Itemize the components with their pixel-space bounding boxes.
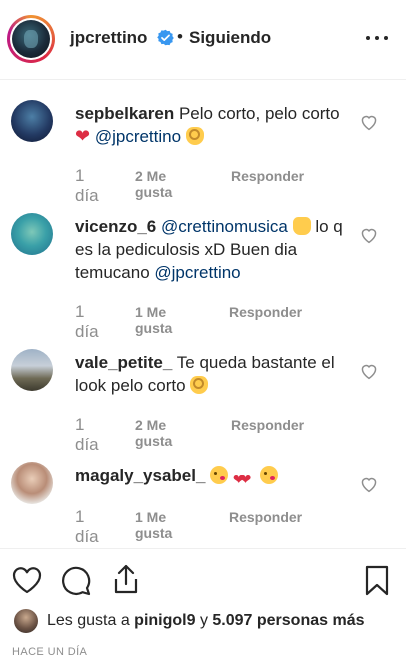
comment-icon[interactable] <box>60 564 93 596</box>
liker-username[interactable]: pinigol9 <box>134 612 195 629</box>
two-hearts-emoji-icon: ❤❤ <box>232 471 252 487</box>
post-timestamp[interactable]: HACE UN DÍA <box>12 646 87 658</box>
likes-summary-text: Les gusta a pinigol9 y 5.097 personas má… <box>47 612 364 630</box>
more-options-icon[interactable] <box>366 36 388 42</box>
reply-button[interactable]: Responder <box>229 509 302 525</box>
header-separator: • <box>177 27 183 46</box>
like-heart-icon[interactable] <box>359 226 379 244</box>
mention-link[interactable]: @jpcrettino <box>95 127 181 146</box>
comment-likes-link[interactable]: 2 Me gusta <box>135 417 172 449</box>
reply-button[interactable]: Responder <box>231 168 304 184</box>
comment-time[interactable]: 1 día <box>75 166 99 206</box>
like-heart-icon[interactable] <box>359 475 379 493</box>
follow-status-button[interactable]: Siguiendo <box>189 28 271 48</box>
mention-link[interactable]: @jpcrettino <box>154 263 240 282</box>
ok-hand-emoji-icon <box>190 376 209 394</box>
kissing-face-emoji-icon <box>259 466 278 484</box>
comment-text: magaly_ysabel_ ❤❤ <box>75 464 355 487</box>
ok-hand-emoji-icon <box>185 127 204 145</box>
author-avatar[interactable] <box>7 15 55 63</box>
comment-body: Pelo corto, pelo corto <box>178 104 340 123</box>
commenter-avatar[interactable] <box>11 462 53 504</box>
comment-likes-link[interactable]: 2 Me gusta <box>135 168 172 200</box>
commenter-username[interactable]: magaly_ysabel_ <box>75 466 205 485</box>
liker-avatar[interactable] <box>14 609 38 633</box>
like-heart-icon[interactable] <box>359 362 379 380</box>
commenter-username[interactable]: sepbelkaren <box>75 104 174 123</box>
commenter-username[interactable]: vicenzo_6 <box>75 217 156 236</box>
verified-badge-icon <box>157 29 174 46</box>
red-heart-emoji-icon: ❤ <box>75 126 91 146</box>
likes-prefix: Les gusta a <box>47 612 135 629</box>
commenter-username[interactable]: vale_petite_ <box>75 353 172 372</box>
reply-button[interactable]: Responder <box>229 304 302 320</box>
post-header: jpcrettino • Siguiendo <box>0 0 406 80</box>
like-icon[interactable] <box>11 565 43 595</box>
mention-link[interactable]: @crettinomusica <box>161 217 288 236</box>
commenter-avatar[interactable] <box>11 349 53 391</box>
likes-separator: y <box>195 612 213 629</box>
save-bookmark-icon[interactable] <box>364 564 390 596</box>
comment-text: vale_petite_ Te queda bastante el look p… <box>75 351 355 397</box>
comment-likes-link[interactable]: 1 Me gusta <box>135 304 172 336</box>
commenter-avatar[interactable] <box>11 100 53 142</box>
thumbs-up-emoji-icon <box>292 217 311 235</box>
comment-text: sepbelkaren Pelo corto, pelo corto ❤ @jp… <box>75 102 355 148</box>
comment-time[interactable]: 1 día <box>75 415 99 455</box>
likes-count-link[interactable]: 5.097 personas más <box>212 612 364 629</box>
commenter-avatar[interactable] <box>11 213 53 255</box>
reply-button[interactable]: Responder <box>231 417 304 433</box>
share-icon[interactable] <box>112 563 140 595</box>
like-heart-icon[interactable] <box>359 113 379 131</box>
comment-time[interactable]: 1 día <box>75 507 99 547</box>
kissing-face-emoji-icon <box>210 466 229 484</box>
comment-text: vicenzo_6 @crettinomusica lo q es la ped… <box>75 215 355 284</box>
likes-summary: Les gusta a pinigol9 y 5.097 personas má… <box>14 609 406 633</box>
comment-likes-link[interactable]: 1 Me gusta <box>135 509 172 541</box>
comment-time[interactable]: 1 día <box>75 302 99 342</box>
author-username[interactable]: jpcrettino <box>70 28 147 48</box>
